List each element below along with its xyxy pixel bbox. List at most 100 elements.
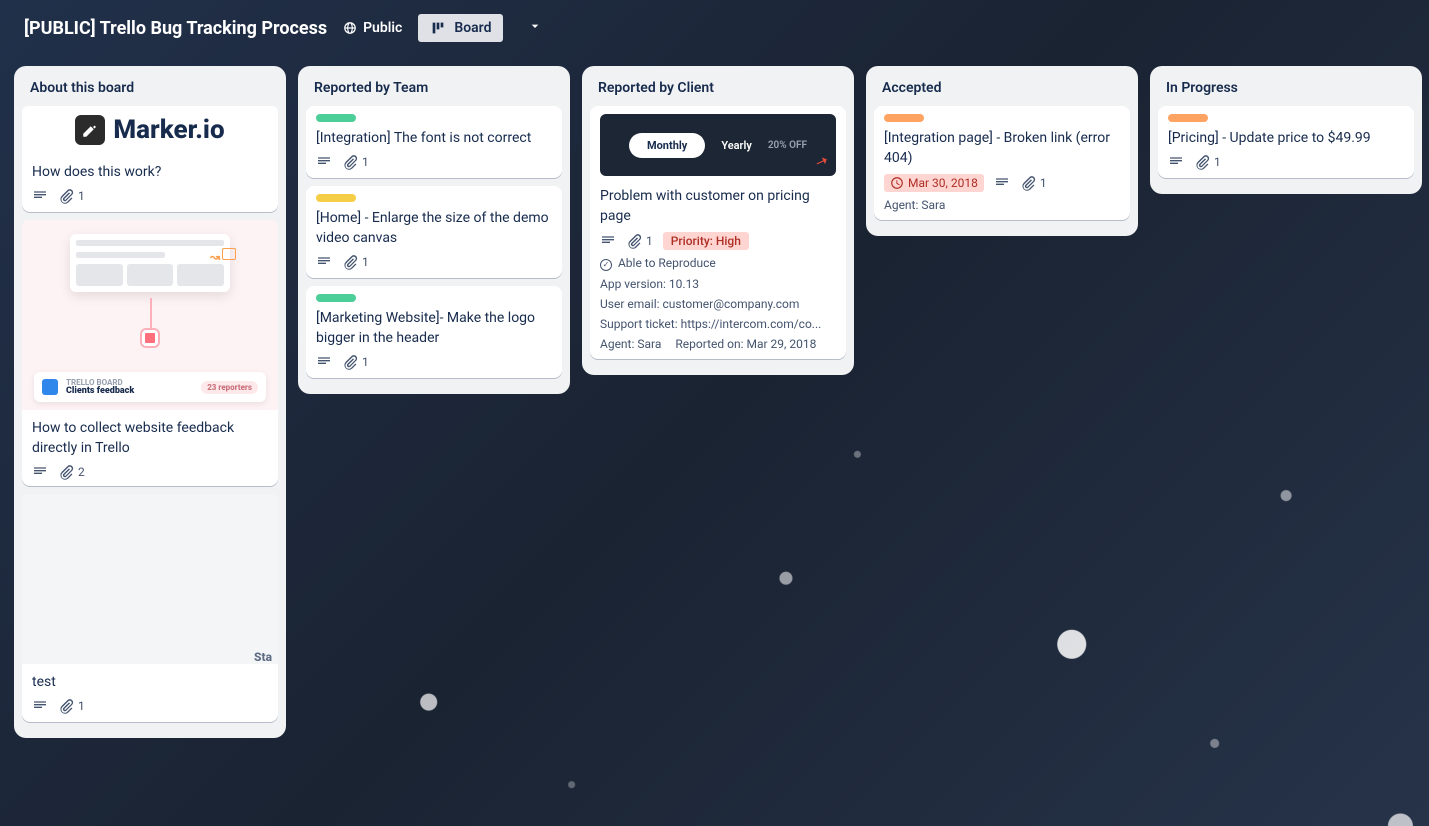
label-orange[interactable] (1168, 114, 1208, 122)
attachments-badge: 1 (342, 254, 369, 270)
description-icon (32, 188, 48, 204)
diagram-reporters: 23 reporters (201, 381, 258, 394)
description-icon (1168, 154, 1184, 170)
card-cover: Marker.io (22, 106, 278, 154)
description-icon (994, 175, 1010, 191)
attachment-icon (626, 233, 642, 249)
label-orange[interactable] (884, 114, 924, 122)
list-reported-by-client: Reported by Client Monthly Yearly 20% OF… (582, 66, 854, 375)
clock-icon (890, 176, 904, 190)
list-accepted: Accepted [Integration page] - Broken lin… (866, 66, 1138, 236)
description-badge (32, 698, 48, 714)
label-green[interactable] (316, 294, 356, 302)
description-badge (316, 254, 332, 270)
attachment-icon (342, 254, 358, 270)
card-title: How does this work? (32, 162, 268, 182)
attachments-badge: 1 (58, 698, 85, 714)
card-cover: Sta (22, 494, 278, 664)
marker-logo-text: Marker.io (113, 115, 224, 145)
attachments-count: 1 (1214, 155, 1221, 169)
card-marketing-logo[interactable]: [Marketing Website]- Make the logo bigge… (306, 286, 562, 378)
card-title: [Integration page] - Broken link (error … (884, 128, 1120, 168)
card-collect-feedback[interactable]: ↝ TRELLO BOARDClients feedback23 reporte… (22, 220, 278, 486)
attachments-count: 1 (646, 234, 653, 248)
card-title: Problem with customer on pricing page (600, 186, 836, 226)
cover-text: Sta (254, 650, 272, 664)
description-icon (32, 464, 48, 480)
list-reported-by-team: Reported by Team [Integration] The font … (298, 66, 570, 394)
custom-field-app-version: App version: 10.13 (600, 277, 836, 291)
description-icon (316, 154, 332, 170)
attachments-count: 1 (1040, 176, 1047, 190)
check-circle-icon: ✓ (600, 259, 612, 271)
card-badges: 1 (32, 698, 268, 714)
list-title[interactable]: Reported by Team (306, 76, 562, 106)
attachments-badge: 1 (626, 233, 653, 249)
chevron-down-icon (527, 18, 543, 34)
custom-field-user-email: User email: customer@company.com (600, 297, 836, 311)
lists-container: About this board Marker.io How does this… (0, 56, 1429, 748)
board-icon (430, 20, 446, 36)
list-title[interactable]: In Progress (1158, 76, 1414, 106)
list-in-progress: In Progress [Pricing] - Update price to … (1150, 66, 1422, 194)
attachment-icon (1020, 175, 1036, 191)
card-title: How to collect website feedback directly… (32, 418, 268, 458)
custom-field-agent: Agent: Sara (884, 198, 1120, 212)
list-title[interactable]: Accepted (874, 76, 1130, 106)
attachment-icon (342, 154, 358, 170)
description-badge (32, 188, 48, 204)
pricing-monthly-pill: Monthly (629, 133, 705, 158)
description-icon (316, 254, 332, 270)
pricing-off: 20% OFF (768, 140, 807, 151)
list-title[interactable]: About this board (22, 76, 278, 106)
attachment-icon (1194, 154, 1210, 170)
card-test[interactable]: Sta test 1 (22, 494, 278, 722)
card-how-does-this-work[interactable]: Marker.io How does this work? 1 (22, 106, 278, 212)
description-badge (32, 464, 48, 480)
description-badge (994, 175, 1010, 191)
description-icon (316, 354, 332, 370)
description-icon (32, 698, 48, 714)
description-badge (600, 233, 616, 249)
attachments-badge: 1 (1194, 154, 1221, 170)
card-title: [Integration] The font is not correct (316, 128, 552, 148)
card-home-enlarge[interactable]: [Home] - Enlarge the size of the demo vi… (306, 186, 562, 278)
card-pricing-update[interactable]: [Pricing] - Update price to $49.99 1 (1158, 106, 1414, 178)
marker-logo-icon (75, 115, 105, 145)
card-broken-link[interactable]: [Integration page] - Broken link (error … (874, 106, 1130, 220)
board-view-label: Board (454, 20, 491, 36)
description-badge (316, 154, 332, 170)
visibility-button[interactable]: Public (343, 20, 402, 36)
attachments-count: 1 (362, 355, 369, 369)
label-yellow[interactable] (316, 194, 356, 202)
custom-field-support-ticket: Support ticket: https://intercom.com/co.… (600, 317, 836, 331)
card-cover: Monthly Yearly 20% OFF ➝ (600, 114, 836, 176)
attachment-icon (342, 354, 358, 370)
attachments-badge: 1 (342, 354, 369, 370)
view-switcher-chevron[interactable] (519, 12, 551, 44)
custom-field-agent: Agent: Sara (600, 337, 661, 351)
board-header: [PUBLIC] Trello Bug Tracking Process Pub… (0, 0, 1429, 56)
description-badge (316, 354, 332, 370)
board-title[interactable]: [PUBLIC] Trello Bug Tracking Process (24, 18, 327, 39)
card-title: test (32, 672, 268, 692)
attachment-icon (58, 464, 74, 480)
able-to-reproduce: ✓ Able to Reproduce (600, 256, 836, 271)
board-view-button[interactable]: Board (418, 14, 503, 42)
card-integration-font[interactable]: [Integration] The font is not correct 1 (306, 106, 562, 178)
attachments-badge: 1 (342, 154, 369, 170)
card-title: [Pricing] - Update price to $49.99 (1168, 128, 1404, 148)
attachment-icon (58, 698, 74, 714)
attachments-count: 1 (362, 255, 369, 269)
attachments-badge: 1 (1020, 175, 1047, 191)
due-date-text: Mar 30, 2018 (908, 176, 978, 190)
label-green[interactable] (316, 114, 356, 122)
card-pricing-problem[interactable]: Monthly Yearly 20% OFF ➝ Problem with cu… (590, 106, 846, 359)
diagram-board-name: Clients feedback (66, 387, 134, 396)
card-badges: 1 (32, 188, 268, 204)
visibility-label: Public (363, 20, 402, 36)
globe-icon (343, 21, 357, 35)
list-title[interactable]: Reported by Client (590, 76, 846, 106)
due-date-badge: Mar 30, 2018 (884, 174, 984, 192)
attachments-count: 1 (78, 189, 85, 203)
